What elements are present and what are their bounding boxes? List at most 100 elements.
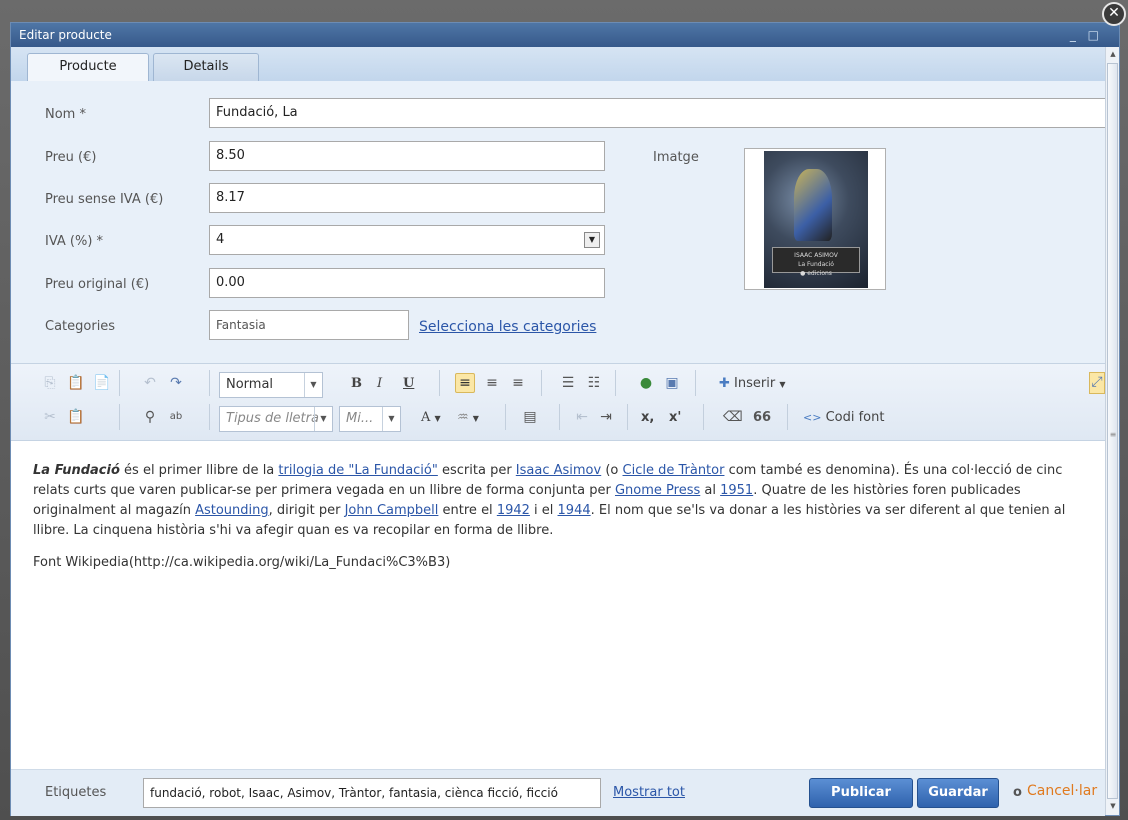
link-isaac-asimov[interactable]: Isaac Asimov	[516, 463, 601, 478]
iva-label: IVA (%) *	[45, 234, 104, 249]
link-1951[interactable]: 1951	[720, 483, 753, 498]
chevron-down-icon[interactable]: ▼	[584, 232, 600, 248]
or-label: o	[1013, 785, 1022, 800]
paste-word-icon[interactable]: 📋	[67, 408, 85, 426]
scroll-down-arrow-icon[interactable]: ▼	[1106, 799, 1120, 813]
superscript-button[interactable]: x'	[669, 406, 681, 430]
copy-icon[interactable]: ⎘	[41, 374, 59, 392]
toolbar-separator	[119, 404, 120, 430]
maximize-editor-icon[interactable]: ⤢	[1089, 372, 1105, 394]
source-code-button[interactable]: <> Codi font	[803, 406, 884, 430]
tags-input[interactable]: fundació, robot, Isaac, Asimov, Tràntor,…	[143, 778, 601, 808]
preu-original-input[interactable]: 0.00	[209, 268, 605, 298]
nom-input[interactable]: Fundació, La	[209, 98, 1105, 128]
cover-title: La Fundació	[798, 261, 834, 268]
show-all-link[interactable]: Mostrar tot	[613, 785, 685, 800]
bold-button[interactable]: B	[351, 372, 362, 396]
font-family-select[interactable]: Tipus de lletra ▼	[219, 406, 333, 432]
save-button[interactable]: Guardar	[917, 778, 999, 808]
replace-icon[interactable]: ab	[167, 408, 185, 426]
product-image[interactable]: ISAAC ASIMOV La Fundació ● edicions	[744, 148, 886, 290]
find-icon[interactable]: ⚲	[141, 408, 159, 426]
toolbar-separator	[559, 404, 560, 430]
tab-producte[interactable]: Producte	[27, 53, 149, 82]
redo-icon[interactable]: ↷	[167, 374, 185, 392]
toolbar-separator	[209, 370, 210, 396]
toolbar-row-1: ⎘ 📋 📄 ↶ ↷ Normal ▼ B I U ≡ ≡ ≡ ☰ ☷ ● ▣ ✚…	[11, 370, 1105, 400]
tab-details[interactable]: Details	[153, 53, 259, 81]
toolbar-separator	[541, 370, 542, 396]
background-color-button[interactable]: ♒ ▼	[457, 406, 479, 431]
cover-publisher: ● edicions	[800, 270, 832, 277]
paste-text-icon[interactable]: 📄	[93, 374, 111, 392]
etiquetes-label: Etiquetes	[45, 785, 107, 800]
link-trilogia[interactable]: trilogia de "La Fundació"	[278, 463, 437, 478]
paint-bucket-icon: ♒	[457, 410, 469, 425]
chevron-down-icon: ▼	[779, 380, 786, 389]
numbered-list-icon[interactable]: ☰	[559, 374, 577, 392]
editor-text: (o	[601, 463, 623, 478]
toolbar-separator	[439, 370, 440, 396]
blockquote-button[interactable]: 66	[753, 406, 771, 430]
chevron-down-icon: ▼	[434, 414, 441, 423]
preu-input[interactable]: 8.50	[209, 141, 605, 171]
preu-original-label: Preu original (€)	[45, 277, 150, 292]
link-astounding[interactable]: Astounding	[195, 503, 269, 518]
link-icon[interactable]: ●	[637, 374, 655, 392]
editor-text: al	[700, 483, 721, 498]
paste-icon[interactable]: 📋	[67, 374, 85, 392]
cover-author: ISAAC ASIMOV	[794, 252, 838, 259]
align-left-icon[interactable]: ≡	[455, 373, 475, 393]
categories-input[interactable]: Fantasia	[209, 310, 409, 340]
font-family-placeholder: Tipus de lletra	[226, 411, 319, 426]
edit-product-dialog: Editar producte _ □ Producte Details Nom…	[10, 22, 1120, 816]
nom-label: Nom *	[45, 107, 86, 122]
categories-label: Categories	[45, 319, 116, 334]
image-icon[interactable]: ▣	[663, 374, 681, 392]
align-center-icon[interactable]: ≡	[483, 374, 501, 392]
dialog-title: Editar producte	[19, 28, 112, 42]
source-code-label: Codi font	[825, 410, 885, 425]
bullet-list-icon[interactable]: ☷	[585, 374, 603, 392]
font-size-select[interactable]: Mi... ▼	[339, 406, 401, 432]
align-right-icon[interactable]: ≡	[509, 374, 527, 392]
link-gnome-press[interactable]: Gnome Press	[615, 483, 700, 498]
link-cicle-trantor[interactable]: Cicle de Tràntor	[623, 463, 725, 478]
vertical-scrollbar[interactable]: ▲ ≡ ▼	[1105, 47, 1119, 815]
toolbar-row-2: ✂ 📋 ⚲ ab Tipus de lletra ▼ Mi... ▼ A ▼ ♒…	[11, 404, 1105, 434]
close-dialog-button[interactable]: ✕	[1102, 2, 1126, 26]
scrollbar-thumb[interactable]: ≡	[1107, 63, 1118, 799]
toolbar-separator	[695, 370, 696, 396]
chevron-down-icon: ▼	[304, 373, 322, 397]
cut-icon[interactable]: ✂	[41, 408, 59, 426]
subscript-button[interactable]: x,	[641, 406, 654, 430]
rich-text-editor[interactable]: La Fundació és el primer llibre de la tr…	[11, 441, 1105, 769]
link-1942[interactable]: 1942	[497, 503, 530, 518]
undo-icon[interactable]: ↶	[141, 374, 159, 392]
chevron-down-icon: ▼	[472, 414, 479, 423]
book-cover-image: ISAAC ASIMOV La Fundació ● edicions	[764, 151, 868, 288]
publish-button[interactable]: Publicar	[809, 778, 913, 808]
cover-band: ISAAC ASIMOV La Fundació ● edicions	[772, 247, 860, 277]
cancel-link[interactable]: Cancel·lar	[1027, 783, 1097, 799]
toolbar-separator	[119, 370, 120, 396]
text-color-button[interactable]: A ▼	[421, 406, 441, 431]
italic-button[interactable]: I	[377, 372, 382, 396]
select-categories-link[interactable]: Selecciona les categories	[419, 319, 596, 335]
dialog-titlebar[interactable]: Editar producte _ □	[11, 23, 1119, 47]
preu-sense-iva-input[interactable]: 8.17	[209, 183, 605, 213]
underline-button[interactable]: U	[403, 372, 414, 396]
editor-source-line: Font Wikipedia(http://ca.wikipedia.org/w…	[33, 555, 451, 570]
indent-icon[interactable]: ⇥	[597, 408, 615, 426]
iva-select[interactable]: 4 ▼	[209, 225, 605, 255]
scroll-up-arrow-icon[interactable]: ▲	[1106, 47, 1120, 61]
insert-menu[interactable]: ✚ Inserir ▼	[719, 372, 786, 397]
eraser-icon[interactable]: ⌫	[723, 408, 743, 426]
outdent-icon[interactable]: ⇤	[573, 408, 591, 426]
justify-icon[interactable]: ▤	[521, 408, 539, 426]
link-1944[interactable]: 1944	[558, 503, 591, 518]
grip-icon: ≡	[1109, 430, 1117, 439]
format-select[interactable]: Normal ▼	[219, 372, 323, 398]
link-john-campbell[interactable]: John Campbell	[345, 503, 439, 518]
window-controls[interactable]: _ □	[1070, 23, 1103, 47]
